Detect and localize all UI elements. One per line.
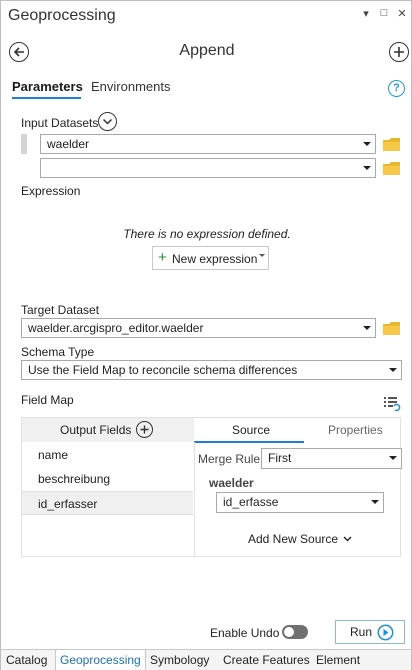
run-label: Run xyxy=(350,625,373,639)
input-datasets-label: Input Datasets xyxy=(21,116,99,130)
new-expression-button[interactable]: + New expression xyxy=(152,246,269,270)
chevron-down-icon xyxy=(363,326,371,330)
target-dataset-label: Target Dataset xyxy=(21,303,100,317)
chevron-down-icon xyxy=(389,368,397,372)
add-new-source-label: Add New Source xyxy=(248,532,339,546)
merge-rule-value: First xyxy=(268,451,292,465)
tool-title: Append xyxy=(179,42,235,59)
add-new-source-button[interactable]: Add New Source xyxy=(248,532,352,546)
input-dataset-2-select[interactable] xyxy=(40,158,376,178)
toggle-knob xyxy=(284,627,294,637)
field-map-divider xyxy=(194,442,195,556)
source-dataset-name: waelder xyxy=(209,476,254,490)
title-bar: Geoprocessing ▾ □ ✕ xyxy=(1,1,411,31)
tab-symbology[interactable]: Symbology xyxy=(146,650,213,670)
chevron-down-icon xyxy=(371,500,379,504)
merge-rule-label: Merge Rule xyxy=(198,452,261,466)
enable-undo-label: Enable Undo xyxy=(210,626,280,640)
tab-environments[interactable]: Environments xyxy=(91,79,170,94)
run-button[interactable]: Run xyxy=(335,620,405,644)
schema-type-label: Schema Type xyxy=(21,345,95,359)
source-field-select[interactable]: id_erfasse xyxy=(216,492,384,513)
target-dataset-value: waelder.arcgispro_editor.waelder xyxy=(28,321,204,335)
source-properties-tabs: Source Properties xyxy=(194,418,400,443)
output-fields-header-label: Output Fields xyxy=(60,423,132,437)
help-icon[interactable]: ? xyxy=(388,80,405,97)
tab-geoprocessing[interactable]: Geoprocessing xyxy=(55,650,146,670)
new-expression-label: New expression xyxy=(172,252,258,266)
geoprocessing-pane: Geoprocessing ▾ □ ✕ Append Parameters En… xyxy=(0,0,412,670)
add-output-field-icon[interactable] xyxy=(136,421,153,438)
folder-icon[interactable] xyxy=(383,138,401,151)
folder-icon[interactable] xyxy=(383,322,401,335)
input-group-bar xyxy=(21,134,27,154)
field-map-label: Field Map xyxy=(21,393,74,407)
chevron-down-icon xyxy=(363,166,371,170)
output-field-item-selected[interactable]: id_erfasser xyxy=(22,491,193,515)
output-field-item[interactable]: name xyxy=(22,443,193,467)
source-field-value: id_erfasse xyxy=(223,495,279,509)
reset-field-map-icon[interactable] xyxy=(383,396,401,412)
plus-icon: + xyxy=(158,249,167,266)
target-dataset-select[interactable]: waelder.arcgispro_editor.waelder xyxy=(21,318,376,338)
chevron-down-icon xyxy=(363,142,371,146)
chevron-down-icon xyxy=(389,456,397,460)
tab-element[interactable]: Element xyxy=(312,650,364,670)
source-tab-underline xyxy=(194,441,304,443)
field-map-table: Output Fields Source Properties name bes… xyxy=(21,417,402,557)
schema-type-select[interactable]: Use the Field Map to reconcile schema di… xyxy=(21,360,402,380)
output-fields-header: Output Fields xyxy=(22,418,194,442)
merge-rule-select[interactable]: First xyxy=(261,448,402,469)
no-expression-text: There is no expression defined. xyxy=(123,227,291,241)
pane-menu-icon[interactable]: ▾ xyxy=(359,7,373,20)
tab-parameters-label: Parameters xyxy=(12,79,83,94)
expression-label: Expression xyxy=(21,184,81,198)
tab-create-features[interactable]: Create Features xyxy=(219,650,314,670)
tab-source[interactable]: Source xyxy=(232,423,270,437)
tab-parameters[interactable]: Parameters xyxy=(12,79,83,99)
add-icon[interactable] xyxy=(389,42,409,62)
maximize-icon[interactable]: □ xyxy=(377,7,391,19)
schema-type-value: Use the Field Map to reconcile schema di… xyxy=(28,363,298,377)
tab-catalog[interactable]: Catalog xyxy=(2,650,51,670)
pane-title: Geoprocessing xyxy=(8,7,116,24)
chevron-down-icon xyxy=(343,536,352,542)
dropdown-caret-icon xyxy=(259,254,265,257)
input-dataset-1-select[interactable]: waelder xyxy=(40,134,376,154)
close-icon[interactable]: ✕ xyxy=(395,7,409,20)
active-tab-underline xyxy=(12,97,81,99)
tab-properties[interactable]: Properties xyxy=(328,423,383,437)
play-icon xyxy=(377,624,394,641)
input-dataset-1-value: waelder xyxy=(47,137,90,151)
bottom-tab-strip: Catalog Geoprocessing Symbology Create F… xyxy=(1,649,411,670)
collapse-chevron-icon[interactable] xyxy=(98,112,117,131)
enable-undo-toggle[interactable] xyxy=(282,625,308,639)
output-field-item[interactable]: beschreibung xyxy=(22,467,193,491)
folder-icon[interactable] xyxy=(383,162,401,175)
